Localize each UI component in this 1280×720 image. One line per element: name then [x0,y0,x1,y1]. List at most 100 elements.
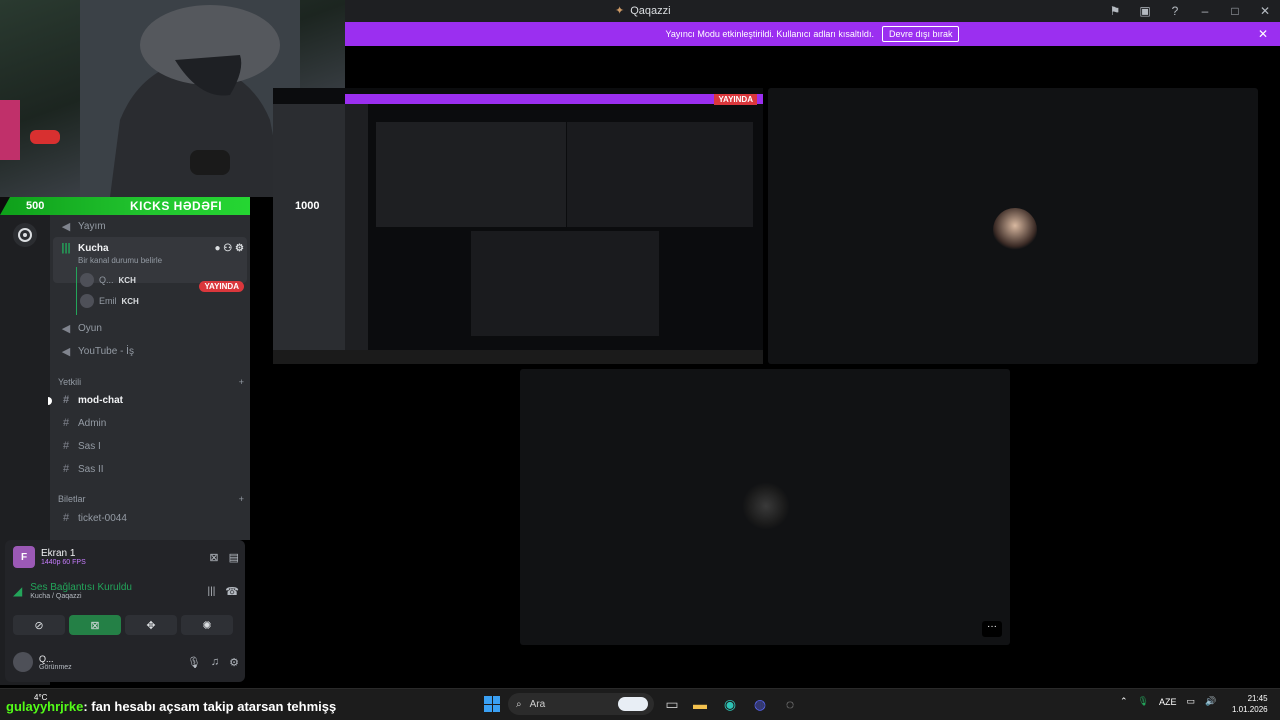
nested-taskbar [273,350,763,364]
chat-username: gulayyhrjrke [6,699,84,714]
microphone-tray-icon[interactable]: 🎙 [1138,696,1149,707]
help-icon[interactable]: ? [1160,4,1190,18]
nested-kicks-number: 1000 [295,200,320,212]
channel-mod-chat[interactable]: # mod-chat [58,389,244,411]
clock-date: 1.01.2026 [1232,705,1268,714]
taskbar-clock[interactable]: 21:45 1.01.2026 [1232,693,1268,715]
speaker-icon: ◀ [61,322,71,335]
voice-status[interactable]: Ses Bağlantısı Kuruldu [30,582,132,593]
flag-icon[interactable]: ⚑ [1100,4,1130,18]
channel-label: Admin [78,417,107,429]
window-title: ✦ Qaqazzi [615,4,671,18]
voice-controls-row: ⊘ ⊠ ✥ ✺ [13,615,239,635]
network-icon[interactable]: ▭ [1187,696,1196,707]
channel-sas-ii[interactable]: # Sas II [58,458,244,480]
taskbar-search[interactable]: ⌕ Ara [508,693,654,715]
channel-label: mod-chat [78,394,123,406]
app-icon[interactable]: ◌ [780,694,800,714]
window-title-text: Qaqazzi [630,4,671,17]
file-explorer-icon[interactable]: ▬ [690,694,710,714]
stream-tile-screen[interactable]: YAYINDA 1000 [273,88,763,364]
search-highlight-image [618,697,648,711]
category-yetkili[interactable]: Yetkili + [58,377,244,387]
user-name: Emil [99,296,117,306]
camera-off-button[interactable]: ⊘ [13,615,65,635]
unread-indicator [48,397,52,405]
maximize-icon[interactable]: □ [1220,4,1250,18]
banner-message: Yayıncı Modu etkinleştirildi. Kullanıcı … [665,29,874,39]
user-tag: KCH [121,296,139,306]
user-avatar [80,294,94,308]
speaker-icon: ◀ [61,220,71,233]
stop-stream-icon[interactable]: ⊠ [209,551,218,564]
user-avatar [993,208,1037,252]
neon-light [0,100,20,160]
stream-settings-icon[interactable]: ▤ [229,551,239,564]
headphones-icon[interactable]: ♫ [211,656,219,668]
activities-button[interactable]: ✥ [125,615,177,635]
disable-streamer-mode-button[interactable]: Devre dışı bırak [881,26,960,42]
category-biletlar[interactable]: Biletlar + [58,494,244,504]
channel-ticket[interactable]: # ticket-0044 [58,507,244,529]
discord-icon[interactable]: ◍ [750,694,770,714]
discover-icon[interactable] [13,223,37,247]
windows-start-icon[interactable] [484,696,500,712]
settings-icon[interactable]: ⚙ [229,656,239,669]
channel-sas-i[interactable]: # Sas I [58,435,244,457]
channel-status[interactable]: Bir kanal durumu belirle [78,256,162,265]
channel-yayim[interactable]: ◀ Yayım [58,215,244,237]
search-placeholder: Ara [529,698,546,710]
hash-icon: # [62,512,70,524]
nested-tile [567,122,753,227]
hash-icon: # [62,440,70,452]
kicks-number: 500 [26,200,45,212]
channel-label: Sas I [78,440,101,452]
voice-connection-row: ◢ Ses Bağlantısı Kuruldu Kucha / Qaqazzi… [13,582,239,600]
screen-share-button[interactable]: ⊠ [69,615,121,635]
channel-oyun[interactable]: ◀ Oyun [58,317,244,339]
category-label: Yetkili [58,377,82,387]
hash-icon: # [62,394,70,406]
clock-time: 21:45 [1247,694,1268,703]
add-channel-icon[interactable]: + [239,494,244,504]
inbox-icon[interactable]: ▣ [1130,4,1160,18]
channel-youtube[interactable]: ◀ YouTube - İş [58,340,244,362]
soundboard-button[interactable]: ✺ [181,615,233,635]
minimize-icon[interactable]: – [1190,4,1220,18]
user-name: Q... [99,275,114,285]
channel-label: Sas II [78,463,104,475]
close-icon[interactable]: ✕ [1250,4,1280,18]
speaker-icon: ◀ [61,345,71,358]
nested-rail [345,104,368,354]
task-view-icon[interactable]: ▭ [662,694,682,714]
stream-tile-user[interactable]: ··· [520,369,1010,645]
stream-tile-user[interactable] [768,88,1258,364]
more-options-button[interactable]: ··· [982,621,1002,637]
channel-label: Oyun [78,322,102,334]
kicks-goal-bar: 500 KICKS HƏDƏFI [0,197,250,215]
screen-share-row: F Ekran 1 1440p 60 FPS ⊠ ▤ [13,546,239,568]
user-panel: F Ekran 1 1440p 60 FPS ⊠ ▤ ◢ Ses Bağlant… [5,540,245,682]
system-tray: ⌃ 🎙 AZE ▭ 🔊 [1120,696,1216,707]
edge-icon[interactable]: ◉ [720,694,740,714]
channel-admin[interactable]: # Admin [58,412,244,434]
screen-title: Ekran 1 [41,548,76,559]
language-indicator[interactable]: AZE [1159,697,1177,707]
voice-user[interactable]: Emil KCH [80,291,240,311]
chevron-up-icon[interactable]: ⌃ [1120,696,1128,707]
channel-actions[interactable]: ● ⚇ ⚙ [214,243,244,254]
banner-close-icon[interactable]: ✕ [1258,27,1268,41]
channel-list: ◀ Yayım ||| Kucha ● ⚇ ⚙ Bir kanal durumu… [48,215,250,540]
add-channel-icon[interactable]: + [239,377,244,387]
volume-icon[interactable]: 🔊 [1205,696,1216,707]
voice-channel: Kucha / Qaqazzi [30,593,82,600]
microphone-icon[interactable]: 🎙 [187,656,201,669]
signal-icon[interactable]: ◢ [13,584,22,598]
user-avatar[interactable] [13,652,33,672]
user-tag: KCH [118,275,136,285]
user-status: Görünmez [39,663,72,671]
noise-suppression-icon[interactable]: ||| [208,586,216,597]
nested-screen [376,122,566,227]
disconnect-icon[interactable]: ☎ [225,585,239,598]
user-name: Q... [39,653,54,664]
